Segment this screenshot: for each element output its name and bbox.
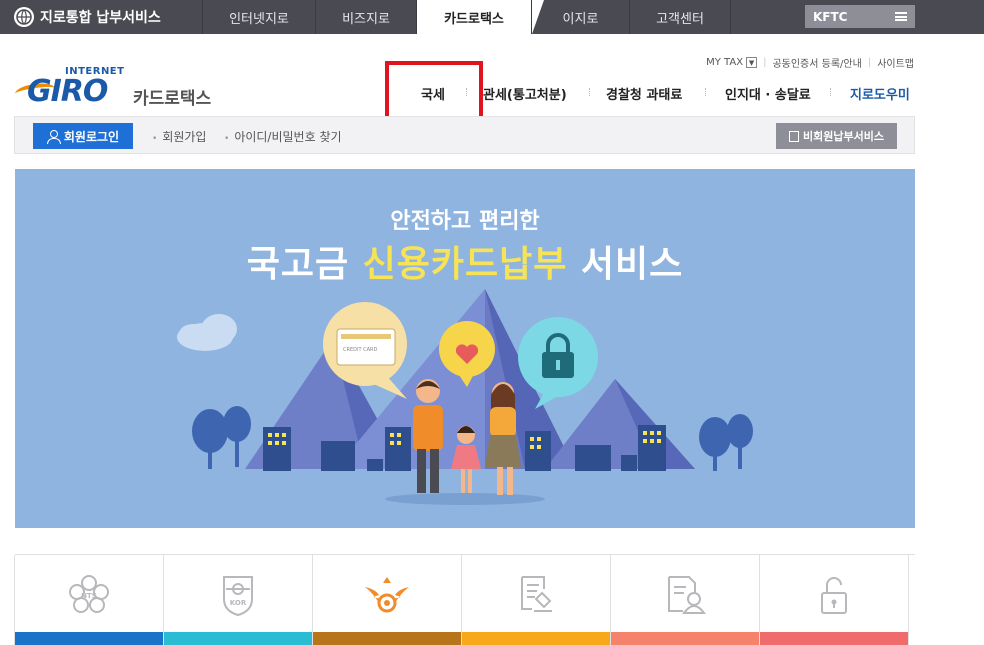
user-icon [46, 129, 61, 144]
site-logo[interactable]: INTERNET GIRO 카드로택스 [14, 66, 215, 110]
nav-divider [589, 88, 591, 96]
tile-bar [164, 632, 312, 645]
main-banner[interactable]: 안전하고 편리한 국고금 신용카드납부 서비스 CREDIT CARD [15, 169, 915, 528]
tile-bar [15, 632, 163, 645]
mytax-label: MY TAX [706, 56, 744, 68]
mytax-select[interactable]: MY TAX ▼ [706, 56, 758, 69]
tile-bar [611, 632, 759, 645]
tile-customs[interactable]: KOR [163, 555, 313, 645]
kor-label: KOR [230, 599, 247, 607]
nonmember-label: 비회원납부서비스 [803, 130, 884, 143]
nav-customs[interactable]: 관세(통고처분) [483, 84, 567, 103]
sitemap-link[interactable]: 사이트맵 [877, 55, 914, 70]
kftc-button[interactable]: KFTC [805, 5, 915, 28]
police-icon [365, 577, 409, 613]
brand-link[interactable]: 지로통합 납부서비스 [0, 0, 203, 34]
nts-label: NTS [81, 592, 97, 600]
document-stamp-icon [521, 576, 552, 612]
tile-security[interactable] [759, 555, 909, 645]
top-bar: 지로통합 납부서비스 인터넷지로 비즈지로 카드로택스 이지로 고객센터 KFT… [0, 0, 984, 34]
utility-links: MY TAX ▼ | 공동인증서 등록/안내 | 사이트맵 [706, 55, 914, 70]
divider: | [763, 57, 767, 68]
tile-stamp-fee[interactable] [461, 555, 611, 645]
tab-biz-giro[interactable]: 비즈지로 [316, 0, 417, 34]
tab-egiro[interactable]: 이지로 [532, 0, 630, 34]
document-icon [789, 130, 800, 142]
signup-link[interactable]: 회원가입 [152, 128, 206, 145]
logo-giro: GIRO [27, 74, 108, 109]
tab-customer-center[interactable]: 고객센터 [630, 0, 731, 34]
kor-customs-icon: KOR [223, 576, 253, 617]
nts-icon: NTS [69, 575, 109, 613]
tile-bar [462, 632, 610, 645]
nav-police-fine[interactable]: 경찰청 과태료 [606, 84, 682, 103]
person-document-icon [668, 576, 706, 614]
dropdown-icon: ▼ [746, 57, 758, 69]
lock-icon [821, 577, 847, 614]
tab-internet-giro[interactable]: 인터넷지로 [203, 0, 316, 34]
logo-cardrotax: 카드로택스 [133, 89, 212, 109]
nav-giro-helper[interactable]: 지로도우미 [850, 84, 910, 103]
cloud-icon [177, 314, 237, 351]
globe-icon [14, 7, 34, 27]
banner-illustration: CREDIT CARD [177, 289, 753, 505]
login-label: 회원로그인 [63, 129, 120, 144]
member-login-button[interactable]: 회원로그인 [33, 123, 133, 149]
menu-icon [895, 12, 907, 21]
credit-card-text: CREDIT CARD [343, 347, 377, 353]
nonmember-pay-button[interactable]: 비회원납부서비스 [776, 123, 897, 149]
login-bar: 회원로그인 회원가입 아이디/비밀번호 찾기 비회원납부서비스 [14, 116, 915, 154]
tab-cardrotax[interactable]: 카드로택스 [417, 0, 532, 34]
nav-divider [705, 88, 707, 96]
tile-bar [760, 632, 908, 645]
divider: | [867, 57, 872, 68]
highlight-box [385, 61, 483, 123]
nav-stamp-fee[interactable]: 인지대 · 송달료 [725, 84, 811, 103]
nav-divider [830, 88, 832, 96]
kftc-label: KFTC [813, 9, 848, 24]
cert-link[interactable]: 공동인증서 등록/안내 [772, 55, 861, 70]
brand-title: 지로통합 납부서비스 [40, 10, 161, 26]
find-account-link[interactable]: 아이디/비밀번호 찾기 [224, 128, 341, 145]
tile-national-tax[interactable]: NTS [14, 555, 164, 645]
tile-bar [313, 632, 461, 645]
tile-member[interactable] [610, 555, 760, 645]
tile-police[interactable] [312, 555, 462, 645]
service-tiles: NTS KOR [14, 554, 915, 645]
